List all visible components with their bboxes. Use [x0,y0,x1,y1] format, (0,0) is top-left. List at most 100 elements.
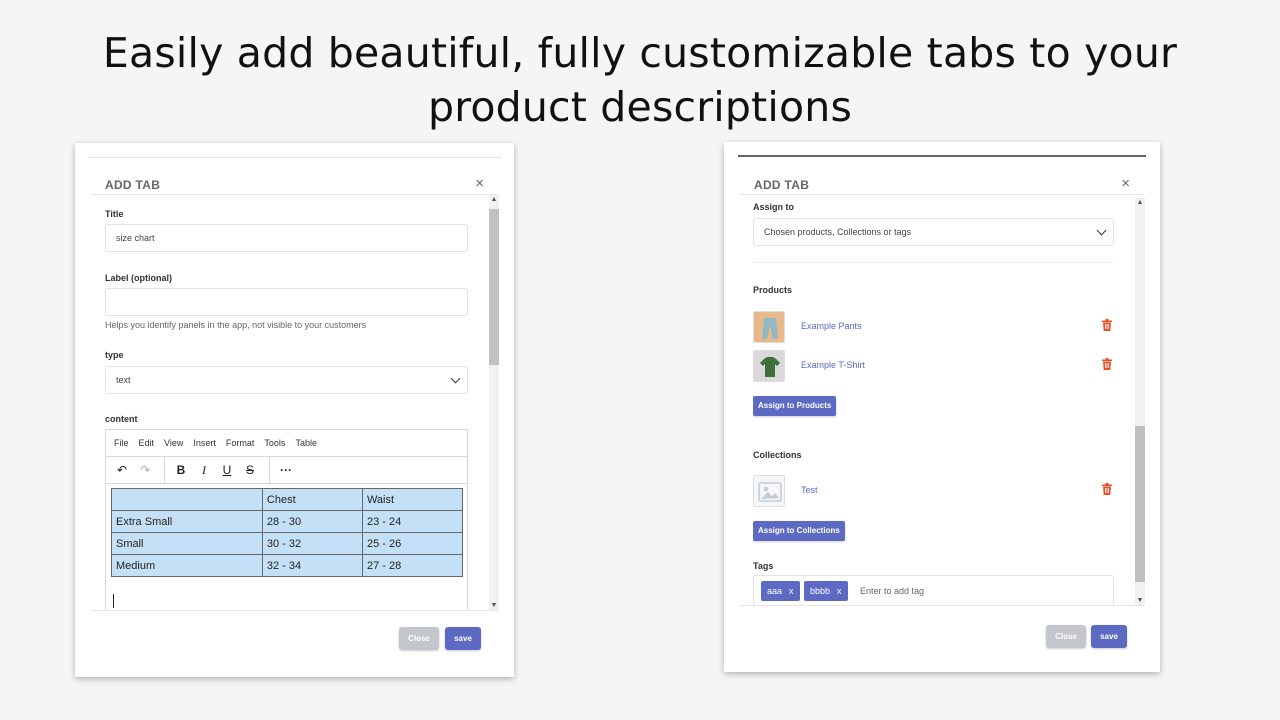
menu-format[interactable]: Format [226,438,255,448]
tag-chip-label: bbbb [810,586,831,596]
headline-line-1: Easily add beautiful, fully customizable… [102,29,1178,77]
table-row: Extra Small 28 - 30 23 - 24 [111,510,464,533]
table-cell: Medium [111,554,263,577]
products-label: Products [753,285,793,295]
table-cell: 25 - 26 [361,532,464,555]
scrollbar-thumb[interactable] [489,209,499,365]
editor-toolbar: ↶ ↷ B I U S ··· [106,457,467,484]
modal-header: ADD TAB × [91,175,498,195]
trash-icon[interactable] [1102,319,1112,331]
size-chart-table[interactable]: Chest Waist Extra Small 28 - 30 23 - 24 … [111,488,464,577]
content-field-label: content [105,414,138,424]
table-cell: 32 - 34 [261,554,363,577]
image-placeholder-icon [753,475,785,507]
strikethrough-icon[interactable]: S [240,460,260,480]
list-item: Test [753,475,1114,507]
table-row: Small 30 - 32 25 - 26 [111,532,464,555]
headline: Easily add beautiful, fully customizable… [0,26,1280,134]
modal-top-divider [89,157,500,158]
collection-link[interactable]: Test [801,485,818,495]
tags-input[interactable]: aaa x bbbb x Enter to add tag [753,575,1114,606]
tag-chip-label: aaa [767,586,783,596]
table-row: Medium 32 - 34 27 - 28 [111,554,464,577]
remove-tag-icon[interactable]: x [789,586,794,596]
assign-to-products-button[interactable]: Assign to Products [753,396,837,416]
remove-tag-icon[interactable]: x [837,586,842,596]
menu-insert[interactable]: Insert [193,438,216,448]
assign-to-select[interactable]: Chosen products, Collections or tags [753,218,1114,246]
type-field-label: type [105,350,124,360]
label-help-text: Helps you identify panels in the app, no… [105,320,367,330]
table-cell: 30 - 32 [261,532,363,555]
modal-body: Assign to Chosen products, Collections o… [753,200,1114,606]
scroll-up-arrow-icon[interactable]: ▲ [489,195,499,205]
scrollbar-thumb[interactable] [1135,426,1145,582]
table-header-cell: Chest [261,488,363,511]
add-tab-modal-left: ADD TAB × Title size chart Label (option… [75,143,514,677]
close-button[interactable]: Close [399,627,439,650]
headline-line-2: product descriptions [427,83,853,131]
modal-body: Title size chart Label (optional) Helps … [105,203,468,611]
assign-to-select-value: Chosen products, Collections or tags [764,227,912,237]
save-button[interactable]: save [1091,625,1127,648]
table-cell: Extra Small [111,510,263,533]
list-item: Example Pants [753,311,1114,343]
modal-title: ADD TAB [754,178,810,192]
tag-chip: aaa x [761,581,800,601]
product-link[interactable]: Example Pants [801,321,862,331]
title-input[interactable]: size chart [105,224,468,252]
chevron-down-icon [450,373,461,384]
menu-file[interactable]: File [114,438,129,448]
assign-to-collections-button[interactable]: Assign to Collections [753,521,845,541]
type-select[interactable]: text [105,366,468,394]
modal-footer [91,610,498,611]
close-icon[interactable]: × [1121,175,1130,192]
menu-table[interactable]: Table [295,438,317,448]
italic-icon[interactable]: I [194,460,214,480]
vertical-scrollbar[interactable]: ▲ ▼ [1135,198,1145,606]
tag-chip: bbbb x [804,581,848,601]
redo-icon[interactable]: ↷ [135,460,155,480]
modal-title: ADD TAB [105,178,161,192]
editor-menubar: File Edit View Insert Format Tools Table [106,430,467,457]
table-row: Chest Waist [111,488,464,511]
list-item: Example T-Shirt [753,350,1114,382]
table-cell: 23 - 24 [361,510,464,533]
bold-icon[interactable]: B [171,460,191,480]
undo-icon[interactable]: ↶ [112,460,132,480]
chevron-down-icon [1096,225,1107,236]
modal-header: ADD TAB × [740,175,1144,195]
table-cell: 27 - 28 [361,554,464,577]
add-tab-modal-right: ADD TAB × Assign to Chosen products, Col… [724,142,1160,672]
vertical-scrollbar[interactable]: ▲ ▼ [489,195,499,611]
tag-input-placeholder[interactable]: Enter to add tag [860,586,924,596]
label-field-label: Label (optional) [105,273,172,283]
toolbar-divider [269,457,270,483]
section-divider [753,262,1114,263]
save-button[interactable]: save [445,627,481,650]
trash-icon[interactable] [1102,358,1112,370]
assign-to-label: Assign to [753,202,795,212]
label-input[interactable] [105,288,468,316]
menu-edit[interactable]: Edit [139,438,155,448]
type-select-value: text [116,375,131,385]
underline-icon[interactable]: U [217,460,237,480]
menu-tools[interactable]: Tools [264,438,285,448]
product-link[interactable]: Example T-Shirt [801,360,865,370]
menu-view[interactable]: View [164,438,183,448]
toolbar-divider [164,457,165,483]
table-cell: Small [111,532,263,555]
more-icon[interactable]: ··· [276,460,296,480]
modal-footer [740,605,1144,606]
close-button[interactable]: Close [1046,625,1086,648]
title-field-label: Title [105,209,124,219]
collections-label: Collections [753,450,802,460]
modal-top-divider [738,155,1146,157]
scroll-up-arrow-icon[interactable]: ▲ [1135,198,1145,208]
trash-icon[interactable] [1102,483,1112,495]
pants-thumbnail [753,311,785,343]
close-icon[interactable]: × [475,175,484,192]
table-header-cell [111,488,263,511]
tags-label: Tags [753,561,774,571]
rich-text-editor: File Edit View Insert Format Tools Table… [105,429,468,611]
